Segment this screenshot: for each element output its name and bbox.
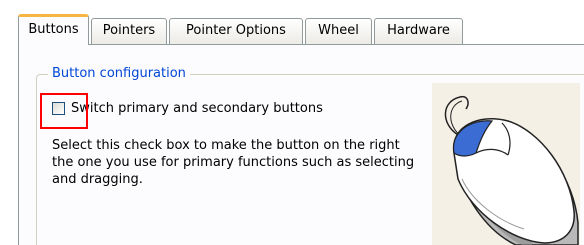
tab-buttons-label: Buttons xyxy=(28,22,79,37)
tab-buttons[interactable]: Buttons xyxy=(18,14,89,45)
mouse-illustration xyxy=(432,83,580,245)
tab-pointer-options-label: Pointer Options xyxy=(186,23,286,38)
tab-wheel[interactable]: Wheel xyxy=(305,18,372,44)
tab-pointers[interactable]: Pointers xyxy=(91,18,167,44)
tab-hardware-label: Hardware xyxy=(387,23,450,38)
switch-buttons-label[interactable]: Switch primary and secondary buttons xyxy=(71,100,323,118)
tab-wheel-label: Wheel xyxy=(318,23,359,38)
checkbox-description: Select this check box to make the button… xyxy=(52,138,415,187)
button-configuration-title: Button configuration xyxy=(48,65,190,83)
annotation-highlight-box xyxy=(40,93,88,129)
tab-strip: Buttons Pointers Pointer Options Wheel H… xyxy=(18,14,584,45)
mouse-icon xyxy=(444,95,579,245)
tab-hardware[interactable]: Hardware xyxy=(374,18,463,44)
tab-pointers-label: Pointers xyxy=(102,23,156,38)
tab-pointer-options[interactable]: Pointer Options xyxy=(169,18,303,44)
